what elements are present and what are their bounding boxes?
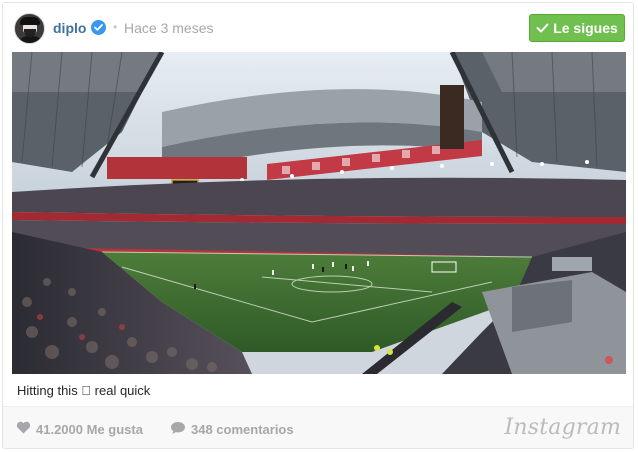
instagram-logo[interactable]: Instagram bbox=[505, 415, 621, 440]
following-button[interactable]: Le sigues bbox=[529, 14, 625, 42]
likes-count[interactable]: 41.2000 Me gusta bbox=[16, 421, 143, 437]
post-header: diplo • Hace 3 meses Le sigues bbox=[3, 3, 633, 53]
separator-dot: • bbox=[113, 20, 118, 34]
post-timestamp[interactable]: Hace 3 meses bbox=[124, 20, 213, 36]
post-caption: Hitting this 🏻 real quick bbox=[17, 383, 151, 398]
instagram-post-card: diplo • Hace 3 meses Le sigues Hitting t… bbox=[2, 2, 634, 449]
comments-label: 348 comentarios bbox=[191, 422, 294, 437]
avatar[interactable] bbox=[14, 13, 45, 44]
comments-count[interactable]: 348 comentarios bbox=[170, 421, 294, 438]
following-button-label: Le sigues bbox=[553, 20, 618, 36]
post-footer: 41.2000 Me gusta 348 comentarios Instagr… bbox=[3, 406, 633, 448]
comment-bubble-icon bbox=[170, 421, 186, 438]
verified-badge-icon bbox=[91, 20, 106, 35]
post-photo[interactable] bbox=[12, 52, 626, 374]
username-link[interactable]: diplo bbox=[53, 20, 86, 36]
likes-label: 41.2000 Me gusta bbox=[36, 421, 143, 437]
stadium-panorama-photo bbox=[12, 52, 626, 374]
heart-icon bbox=[16, 421, 31, 437]
checkmark-icon bbox=[536, 20, 549, 36]
